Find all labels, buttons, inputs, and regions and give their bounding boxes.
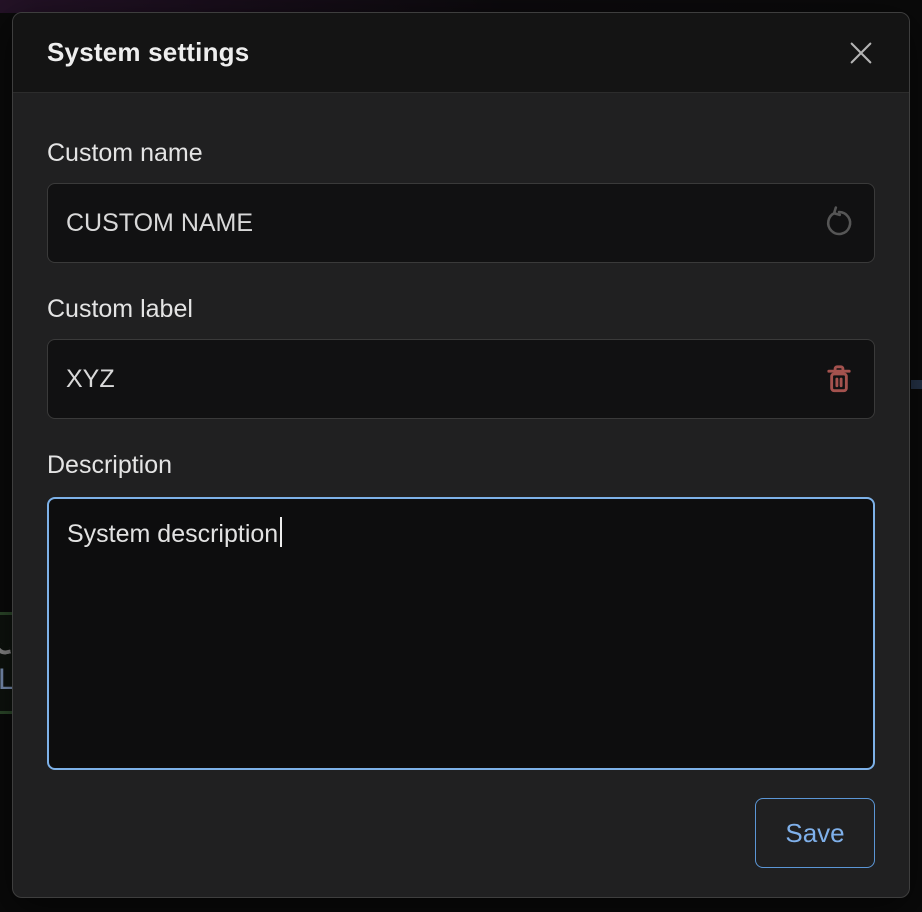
custom-name-label: Custom name — [47, 137, 875, 170]
reset-custom-name-button[interactable] — [817, 201, 861, 245]
backdrop-partial-glyph-icon — [0, 642, 11, 657]
dialog-footer: Save — [47, 798, 875, 868]
dialog-title: System settings — [47, 37, 249, 68]
close-icon — [847, 39, 875, 67]
delete-custom-label-button[interactable] — [817, 357, 861, 401]
undo-icon — [821, 205, 857, 241]
description-label: Description — [47, 449, 875, 482]
dialog-header: System settings — [13, 13, 909, 93]
custom-label-input-wrap — [47, 339, 875, 419]
text-caret — [280, 517, 282, 547]
system-settings-dialog: System settings Custom name Custom label — [12, 12, 910, 898]
close-button[interactable] — [841, 33, 881, 73]
backdrop-right-band — [911, 380, 922, 389]
custom-name-input[interactable] — [47, 183, 875, 263]
custom-label-label: Custom label — [47, 293, 875, 326]
description-textarea[interactable]: System description — [47, 497, 875, 770]
save-button[interactable]: Save — [755, 798, 875, 868]
custom-name-input-wrap — [47, 183, 875, 263]
custom-name-field-group: Custom name — [47, 137, 875, 263]
custom-label-field-group: Custom label — [47, 293, 875, 419]
description-field-group: Description System description — [47, 449, 875, 770]
custom-label-input[interactable] — [47, 339, 875, 419]
trash-icon — [821, 361, 857, 397]
dialog-body: Custom name Custom label — [13, 93, 909, 868]
description-text: System description — [67, 520, 278, 548]
